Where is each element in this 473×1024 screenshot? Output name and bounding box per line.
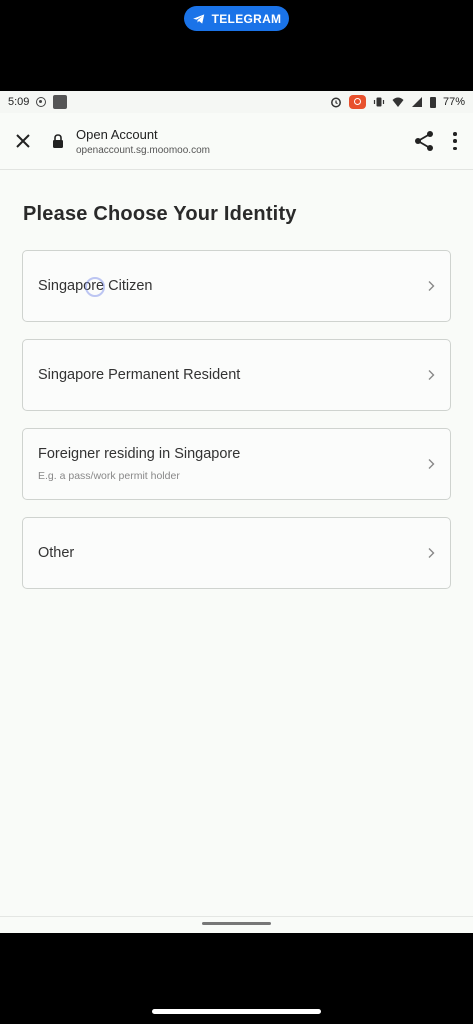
record-icon bbox=[348, 95, 366, 109]
home-indicator[interactable] bbox=[152, 1009, 321, 1014]
option-label: Singapore Permanent Resident bbox=[38, 367, 241, 383]
chevron-right-icon bbox=[428, 370, 435, 380]
page-title: Please Choose Your Identity bbox=[23, 203, 297, 225]
status-time: 5:09 bbox=[8, 96, 30, 108]
tap-indicator bbox=[85, 277, 105, 297]
share-icon[interactable] bbox=[413, 130, 435, 152]
close-icon bbox=[16, 134, 30, 148]
option-sublabel: E.g. a pass/work permit holder bbox=[38, 470, 180, 482]
wifi-icon bbox=[392, 97, 404, 107]
option-singapore-citizen[interactable]: Singapore Citizen bbox=[22, 250, 451, 322]
telegram-icon bbox=[192, 13, 204, 24]
battery-icon bbox=[429, 96, 436, 108]
vibrate-icon bbox=[373, 97, 385, 107]
telegram-pill[interactable]: TELEGRAM bbox=[184, 6, 289, 31]
lock-icon bbox=[53, 134, 63, 148]
battery-text: 77% bbox=[442, 96, 465, 108]
option-other[interactable]: Other bbox=[22, 517, 451, 589]
signal-icon bbox=[411, 97, 422, 107]
notification-icon bbox=[53, 95, 68, 109]
gesture-nav-bar bbox=[0, 916, 473, 933]
nav-handle[interactable] bbox=[202, 922, 271, 925]
telegram-label: TELEGRAM bbox=[211, 11, 282, 26]
chevron-right-icon bbox=[428, 548, 435, 558]
browser-page-title: Open Account bbox=[76, 126, 158, 142]
option-label: Foreigner residing in Singapore bbox=[38, 446, 241, 462]
browser-toolbar: Open Account openaccount.sg.moomoo.com bbox=[0, 113, 473, 170]
option-permanent-resident[interactable]: Singapore Permanent Resident bbox=[22, 339, 451, 411]
main-content: Please Choose Your Identity Singapore Ci… bbox=[0, 203, 473, 589]
browser-url[interactable]: openaccount.sg.moomoo.com bbox=[76, 145, 413, 156]
status-bar: 5:09 77% bbox=[0, 91, 473, 113]
phone-screen: 5:09 77% Open Account openaccount.sg.moo… bbox=[0, 91, 473, 933]
screen-record-icon bbox=[36, 97, 47, 107]
alarm-icon bbox=[331, 97, 341, 108]
more-vert-icon[interactable] bbox=[453, 132, 457, 150]
chevron-right-icon bbox=[428, 281, 435, 291]
option-label: Other bbox=[38, 545, 75, 561]
option-foreigner[interactable]: Foreigner residing in Singapore E.g. a p… bbox=[22, 428, 451, 500]
close-button[interactable] bbox=[12, 130, 34, 152]
chevron-right-icon bbox=[428, 459, 435, 469]
